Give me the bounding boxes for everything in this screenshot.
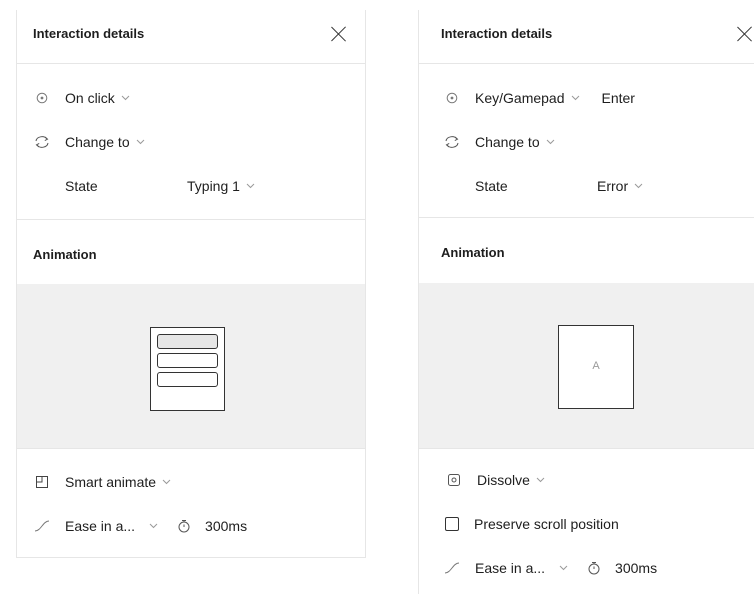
state-value[interactable]: Typing 1 xyxy=(187,178,240,194)
action-row[interactable]: Change to xyxy=(33,131,349,153)
trigger-row[interactable]: Key/Gamepad Enter xyxy=(443,87,743,109)
trigger-key-value[interactable]: Enter xyxy=(602,90,635,106)
easing-label: Ease in a... xyxy=(475,560,546,576)
dissolve-icon xyxy=(445,471,463,489)
smart-animate-icon xyxy=(33,473,51,491)
chevron-down-icon[interactable] xyxy=(246,183,255,189)
preview-field xyxy=(157,334,218,349)
close-icon[interactable] xyxy=(330,25,348,43)
easing-row[interactable]: Ease in a... 300ms xyxy=(443,557,743,579)
animation-section-title: Animation xyxy=(441,245,505,260)
preserve-scroll-checkbox[interactable] xyxy=(445,517,459,531)
duration-value[interactable]: 300ms xyxy=(205,518,247,534)
ease-curve-icon xyxy=(443,559,461,577)
target-circle-icon xyxy=(443,89,461,107)
divider xyxy=(17,219,365,220)
trigger-label: On click xyxy=(65,90,115,106)
chevron-down-icon[interactable] xyxy=(121,95,130,101)
preserve-scroll-label: Preserve scroll position xyxy=(474,516,619,532)
preview-field xyxy=(157,372,218,387)
trigger-row[interactable]: On click xyxy=(33,87,349,109)
easing-row[interactable]: Ease in a... 300ms xyxy=(33,515,349,537)
divider xyxy=(419,448,754,449)
state-label: State xyxy=(475,178,508,194)
state-row[interactable]: State Typing 1 xyxy=(65,175,349,197)
divider xyxy=(419,217,754,218)
chevron-down-icon[interactable] xyxy=(149,523,158,529)
panel-title: Interaction details xyxy=(33,26,145,41)
animation-preview xyxy=(17,284,365,448)
chevron-down-icon[interactable] xyxy=(536,477,545,483)
preview-frame: A xyxy=(558,325,634,409)
easing-label: Ease in a... xyxy=(65,518,136,534)
action-label: Change to xyxy=(65,134,130,150)
preview-letter: A xyxy=(592,360,600,372)
transition-label: Smart animate xyxy=(65,474,157,490)
state-label: State xyxy=(65,178,98,194)
panel-header: Interaction details xyxy=(419,10,754,64)
trigger-label: Key/Gamepad xyxy=(475,90,565,106)
chevron-down-icon[interactable] xyxy=(162,479,171,485)
duration-value[interactable]: 300ms xyxy=(615,560,657,576)
interaction-details-panel-left: Interaction details On click Change to S… xyxy=(16,10,366,558)
swap-arrows-icon xyxy=(443,133,461,151)
preserve-scroll-row[interactable]: Preserve scroll position xyxy=(445,513,743,535)
stopwatch-icon xyxy=(585,559,603,577)
stopwatch-icon xyxy=(175,517,193,535)
preview-frame xyxy=(150,327,225,411)
preview-field xyxy=(157,353,218,368)
interaction-details-panel-right: Interaction details Key/Gamepad Enter Ch… xyxy=(418,10,754,594)
state-value[interactable]: Error xyxy=(597,178,628,194)
chevron-down-icon[interactable] xyxy=(546,139,555,145)
transition-row[interactable]: Dissolve xyxy=(445,469,743,491)
state-row[interactable]: State Error xyxy=(475,175,743,197)
action-row[interactable]: Change to xyxy=(443,131,743,153)
target-circle-icon xyxy=(33,89,51,107)
animation-section-title: Animation xyxy=(33,247,97,262)
panel-title: Interaction details xyxy=(441,26,553,41)
panel-header: Interaction details xyxy=(17,10,365,64)
chevron-down-icon[interactable] xyxy=(571,95,580,101)
action-label: Change to xyxy=(475,134,540,150)
ease-curve-icon xyxy=(33,517,51,535)
divider xyxy=(17,448,365,449)
animation-preview: A xyxy=(419,283,754,448)
transition-label: Dissolve xyxy=(477,472,530,488)
chevron-down-icon[interactable] xyxy=(559,565,568,571)
swap-arrows-icon xyxy=(33,133,51,151)
chevron-down-icon[interactable] xyxy=(634,183,643,189)
chevron-down-icon[interactable] xyxy=(136,139,145,145)
transition-row[interactable]: Smart animate xyxy=(33,471,349,493)
close-icon[interactable] xyxy=(736,25,754,43)
